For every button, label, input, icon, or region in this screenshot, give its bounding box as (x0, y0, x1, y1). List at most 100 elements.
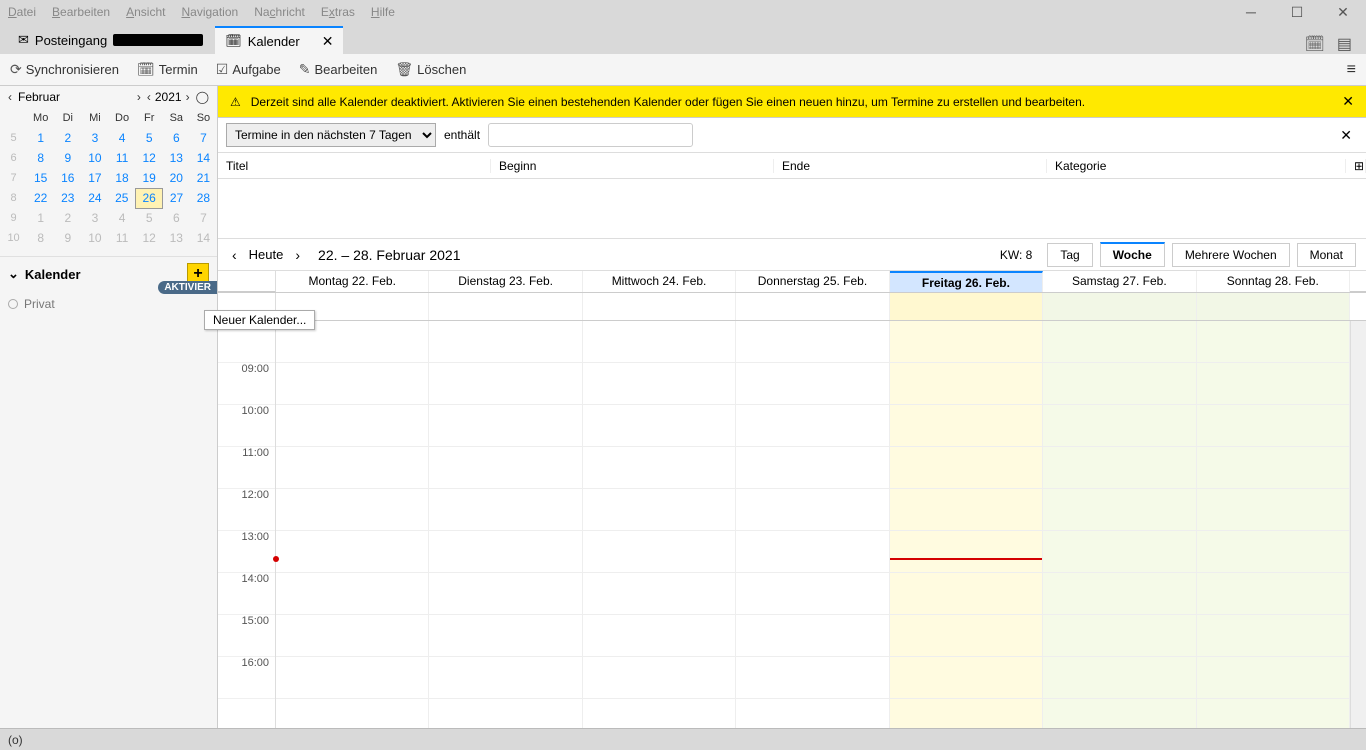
view-woche[interactable]: Woche (1100, 242, 1165, 267)
day-column[interactable] (890, 321, 1043, 728)
view-mehrere-wochen[interactable]: Mehrere Wochen (1172, 243, 1290, 267)
week-next[interactable]: › (291, 247, 304, 263)
minical-day[interactable]: 10 (81, 148, 108, 168)
calendar-item-privat[interactable]: Privat (8, 295, 209, 313)
view-monat[interactable]: Monat (1297, 243, 1356, 267)
minical-day[interactable]: 11 (109, 148, 136, 168)
allday-cell[interactable] (583, 293, 736, 320)
loeschen-button[interactable]: 🗑Löschen (395, 61, 466, 78)
menu-bearbeiten[interactable]: Bearbeiten (52, 5, 110, 19)
minical-day[interactable]: 14 (190, 148, 217, 168)
month-label: Februar (16, 90, 133, 104)
app-menu-button[interactable]: ≡ (1347, 61, 1356, 79)
day-column[interactable] (276, 321, 429, 728)
bearbeiten-button[interactable]: ✎Bearbeiten (299, 61, 378, 78)
warning-close[interactable]: ✕ (1342, 93, 1354, 110)
day-header[interactable]: Mittwoch 24. Feb. (583, 271, 736, 292)
day-header[interactable]: Montag 22. Feb. (276, 271, 429, 292)
chevron-down-icon[interactable]: ⌄ (8, 266, 19, 282)
view-tag[interactable]: Tag (1047, 243, 1092, 267)
minical-day[interactable]: 2 (54, 128, 81, 148)
day-column[interactable] (429, 321, 582, 728)
tab-calendar[interactable]: 🗓 Kalender ✕ (215, 26, 343, 54)
minical-day[interactable]: 18 (109, 168, 136, 188)
year-label: 2021 (155, 90, 182, 104)
goto-today-icon[interactable]: ◯ (194, 90, 211, 104)
day-column[interactable] (1197, 321, 1350, 728)
time-label: 09:00 (218, 363, 275, 405)
minical-day[interactable]: 19 (136, 168, 163, 188)
col-ende[interactable]: Ende (774, 159, 1047, 173)
scrollbar[interactable] (1350, 321, 1366, 728)
minical-day[interactable]: 6 (163, 128, 190, 148)
calendars-title: Kalender (25, 267, 81, 282)
day-headers: Montag 22. Feb.Dienstag 23. Feb.Mittwoch… (218, 271, 1366, 293)
window-maximize[interactable]: ☐ (1274, 0, 1320, 24)
allday-cell[interactable] (736, 293, 889, 320)
minical-day[interactable]: 5 (136, 128, 163, 148)
day-column[interactable] (583, 321, 736, 728)
mini-calendar: MoDiMiDoFrSaSo 5123456768910111213147151… (0, 108, 217, 248)
col-titel[interactable]: Titel (218, 159, 491, 173)
day-header[interactable]: Sonntag 28. Feb. (1197, 271, 1350, 292)
year-prev[interactable]: ‹ (145, 90, 153, 104)
minical-day[interactable]: 12 (136, 148, 163, 168)
minical-day[interactable]: 17 (81, 168, 108, 188)
day-column[interactable] (1043, 321, 1196, 728)
window-minimize[interactable]: ─ (1228, 0, 1274, 24)
minical-day[interactable]: 25 (109, 188, 136, 208)
minical-day: 4 (109, 208, 136, 228)
aufgabe-button[interactable]: ☑Aufgabe (216, 61, 281, 78)
day-header[interactable]: Donnerstag 25. Feb. (736, 271, 889, 292)
minical-day[interactable]: 22 (27, 188, 54, 208)
day-header[interactable]: Samstag 27. Feb. (1043, 271, 1196, 292)
menu-hilfe[interactable]: Hilfe (371, 5, 395, 19)
close-icon[interactable]: ✕ (322, 33, 334, 50)
minical-day[interactable]: 15 (27, 168, 54, 188)
minical-day[interactable]: 23 (54, 188, 81, 208)
minical-day[interactable]: 28 (190, 188, 217, 208)
allday-cell[interactable] (890, 293, 1043, 320)
menu-datei[interactable]: Datei (8, 5, 36, 19)
menu-extras[interactable]: Extras (321, 5, 355, 19)
allday-cell[interactable] (1197, 293, 1350, 320)
minical-day[interactable]: 13 (163, 148, 190, 168)
day-header[interactable]: Dienstag 23. Feb. (429, 271, 582, 292)
col-beginn[interactable]: Beginn (491, 159, 774, 173)
col-kategorie[interactable]: Kategorie (1047, 159, 1346, 173)
month-prev[interactable]: ‹ (6, 90, 14, 104)
col-config-icon[interactable]: ⊞ (1346, 159, 1366, 173)
search-clear[interactable]: ✕ (1334, 127, 1358, 144)
search-input[interactable] (488, 123, 693, 147)
month-next[interactable]: › (135, 90, 143, 104)
menu-navigation[interactable]: Navigation (181, 5, 238, 19)
tab-inbox[interactable]: ✉ Posteingang (8, 26, 213, 54)
minical-day[interactable]: 1 (27, 128, 54, 148)
allday-cell[interactable] (429, 293, 582, 320)
window-close[interactable]: ✕ (1320, 0, 1366, 24)
minical-day[interactable]: 20 (163, 168, 190, 188)
day-header[interactable]: Freitag 26. Feb. (890, 271, 1043, 292)
minical-day[interactable]: 3 (81, 128, 108, 148)
calendar-shortcut-icon[interactable]: 🗓 (1305, 34, 1325, 54)
minical-day[interactable]: 27 (163, 188, 190, 208)
year-next[interactable]: › (184, 90, 192, 104)
day-column[interactable] (736, 321, 889, 728)
minical-day[interactable]: 4 (109, 128, 136, 148)
allday-cell[interactable] (1043, 293, 1196, 320)
minical-day[interactable]: 9 (54, 148, 81, 168)
minical-day[interactable]: 8 (27, 148, 54, 168)
minical-day[interactable]: 24 (81, 188, 108, 208)
minical-day[interactable]: 21 (190, 168, 217, 188)
week-prev[interactable]: ‹ (228, 247, 241, 263)
menu-nachricht[interactable]: Nachricht (254, 5, 305, 19)
sync-button[interactable]: ⟳Synchronisieren (10, 61, 119, 78)
filter-select[interactable]: Termine in den nächsten 7 Tagen (226, 123, 436, 147)
tasks-shortcut-icon[interactable]: ▤ (1337, 34, 1352, 54)
minical-day[interactable]: 16 (54, 168, 81, 188)
minical-day[interactable]: 7 (190, 128, 217, 148)
minical-day[interactable]: 26 (136, 188, 163, 208)
menu-ansicht[interactable]: Ansicht (126, 5, 165, 19)
termin-button[interactable]: 🗓Termin (137, 61, 198, 78)
today-button[interactable]: Heute (249, 247, 284, 262)
